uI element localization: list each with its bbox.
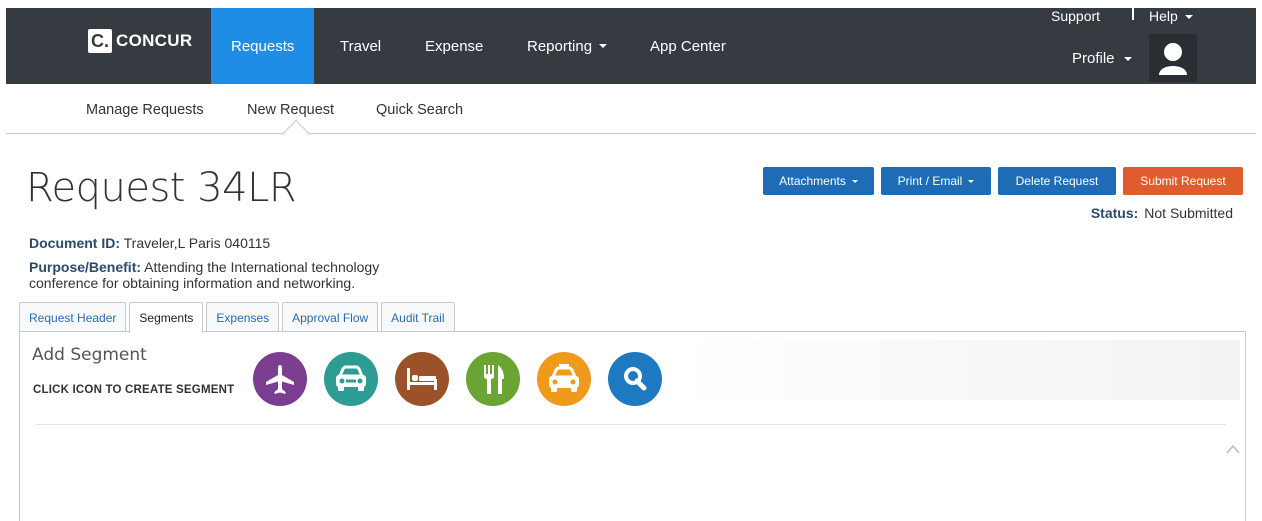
tab-audit-trail[interactable]: Audit Trail [381,302,455,332]
document-id-row: Document ID: Traveler,L Paris 040115 [29,235,270,251]
subnav-new-request[interactable]: New Request [247,102,334,118]
chevron-down-icon [1123,57,1132,62]
tab-segments[interactable]: Segments [129,302,204,333]
nav-app-center-label: App Center [650,37,726,55]
taxi-icon[interactable] [537,352,591,406]
hotel-icon[interactable] [395,352,449,406]
nav-reporting[interactable]: Reporting [507,8,627,84]
submit-label: Submit Request [1140,174,1226,188]
tab-expenses[interactable]: Expenses [206,302,280,332]
status-badge: Not Submitted [1144,205,1233,221]
submit-request-button[interactable]: Submit Request [1123,167,1243,195]
nav-travel-label: Travel [340,37,382,55]
segment-hint: CLICK ICON TO CREATE SEGMENT [33,384,235,396]
tab-approval-flow[interactable]: Approval Flow [282,302,379,332]
profile-menu[interactable]: Profile [1072,50,1132,67]
scroll-up-icon[interactable] [1225,442,1241,460]
chevron-down-icon [599,44,608,48]
add-segment-title: Add Segment [32,345,147,365]
nav-expense[interactable]: Expense [405,8,503,84]
attachments-button[interactable]: Attachments [763,167,874,195]
sub-navbar: Manage Requests New Request Quick Search [6,84,1256,134]
status-row: Status: Not Submitted [1091,205,1233,221]
purpose-label: Purpose/Benefit: [29,259,142,275]
search-icon[interactable] [608,352,662,406]
chevron-down-icon [851,179,858,183]
document-id-value: Traveler,L Paris 040115 [123,235,271,251]
delete-label: Delete Request [1015,174,1099,188]
subnav-manage-requests[interactable]: Manage Requests [86,102,204,118]
help-menu[interactable]: Help [1149,8,1193,24]
segment-icon-row [253,352,679,406]
util-separator [1132,8,1134,20]
airplane-icon[interactable] [253,352,307,406]
status-label: Status: [1090,205,1139,221]
purpose-row: Purpose/Benefit: Attending the Internati… [29,259,449,291]
nav-requests[interactable]: Requests [211,8,315,84]
chevron-down-icon [1184,15,1193,20]
profile-label: Profile [1072,50,1115,67]
support-link[interactable]: Support [1051,8,1100,24]
logo-mark: C. [88,29,112,53]
subnav-quick-search[interactable]: Quick Search [376,102,463,118]
chevron-down-icon [968,179,975,183]
segment-divider [36,424,1226,425]
request-tabs: Request Header Segments Expenses Approva… [19,302,458,333]
logo-text: CONCUR [116,31,193,50]
document-id-label: Document ID: [29,235,120,251]
print-email-button[interactable]: Print / Email [881,167,991,195]
avatar[interactable] [1149,34,1197,82]
tab-request-header[interactable]: Request Header [19,302,127,332]
delete-request-button[interactable]: Delete Request [998,167,1116,195]
panel-shading [680,340,1240,400]
car-icon[interactable] [324,352,378,406]
nav-travel[interactable]: Travel [320,8,401,84]
support-label: Support [1051,8,1101,24]
top-navbar: C. CONCUR Requests Travel Expense Report… [6,8,1256,84]
user-icon [1159,43,1187,75]
page-title: Request 34LR [26,165,297,211]
print-email-label: Print / Email [897,174,963,188]
concur-logo[interactable]: C. CONCUR [88,26,192,56]
nav-expense-label: Expense [425,37,484,55]
attachments-label: Attachments [779,174,846,188]
segments-panel: Add Segment CLICK ICON TO CREATE SEGMENT [19,331,1246,521]
nav-requests-label: Requests [231,37,295,55]
help-label: Help [1149,8,1178,24]
nav-app-center[interactable]: App Center [630,8,746,84]
dining-icon[interactable] [466,352,520,406]
nav-reporting-label: Reporting [527,37,593,55]
